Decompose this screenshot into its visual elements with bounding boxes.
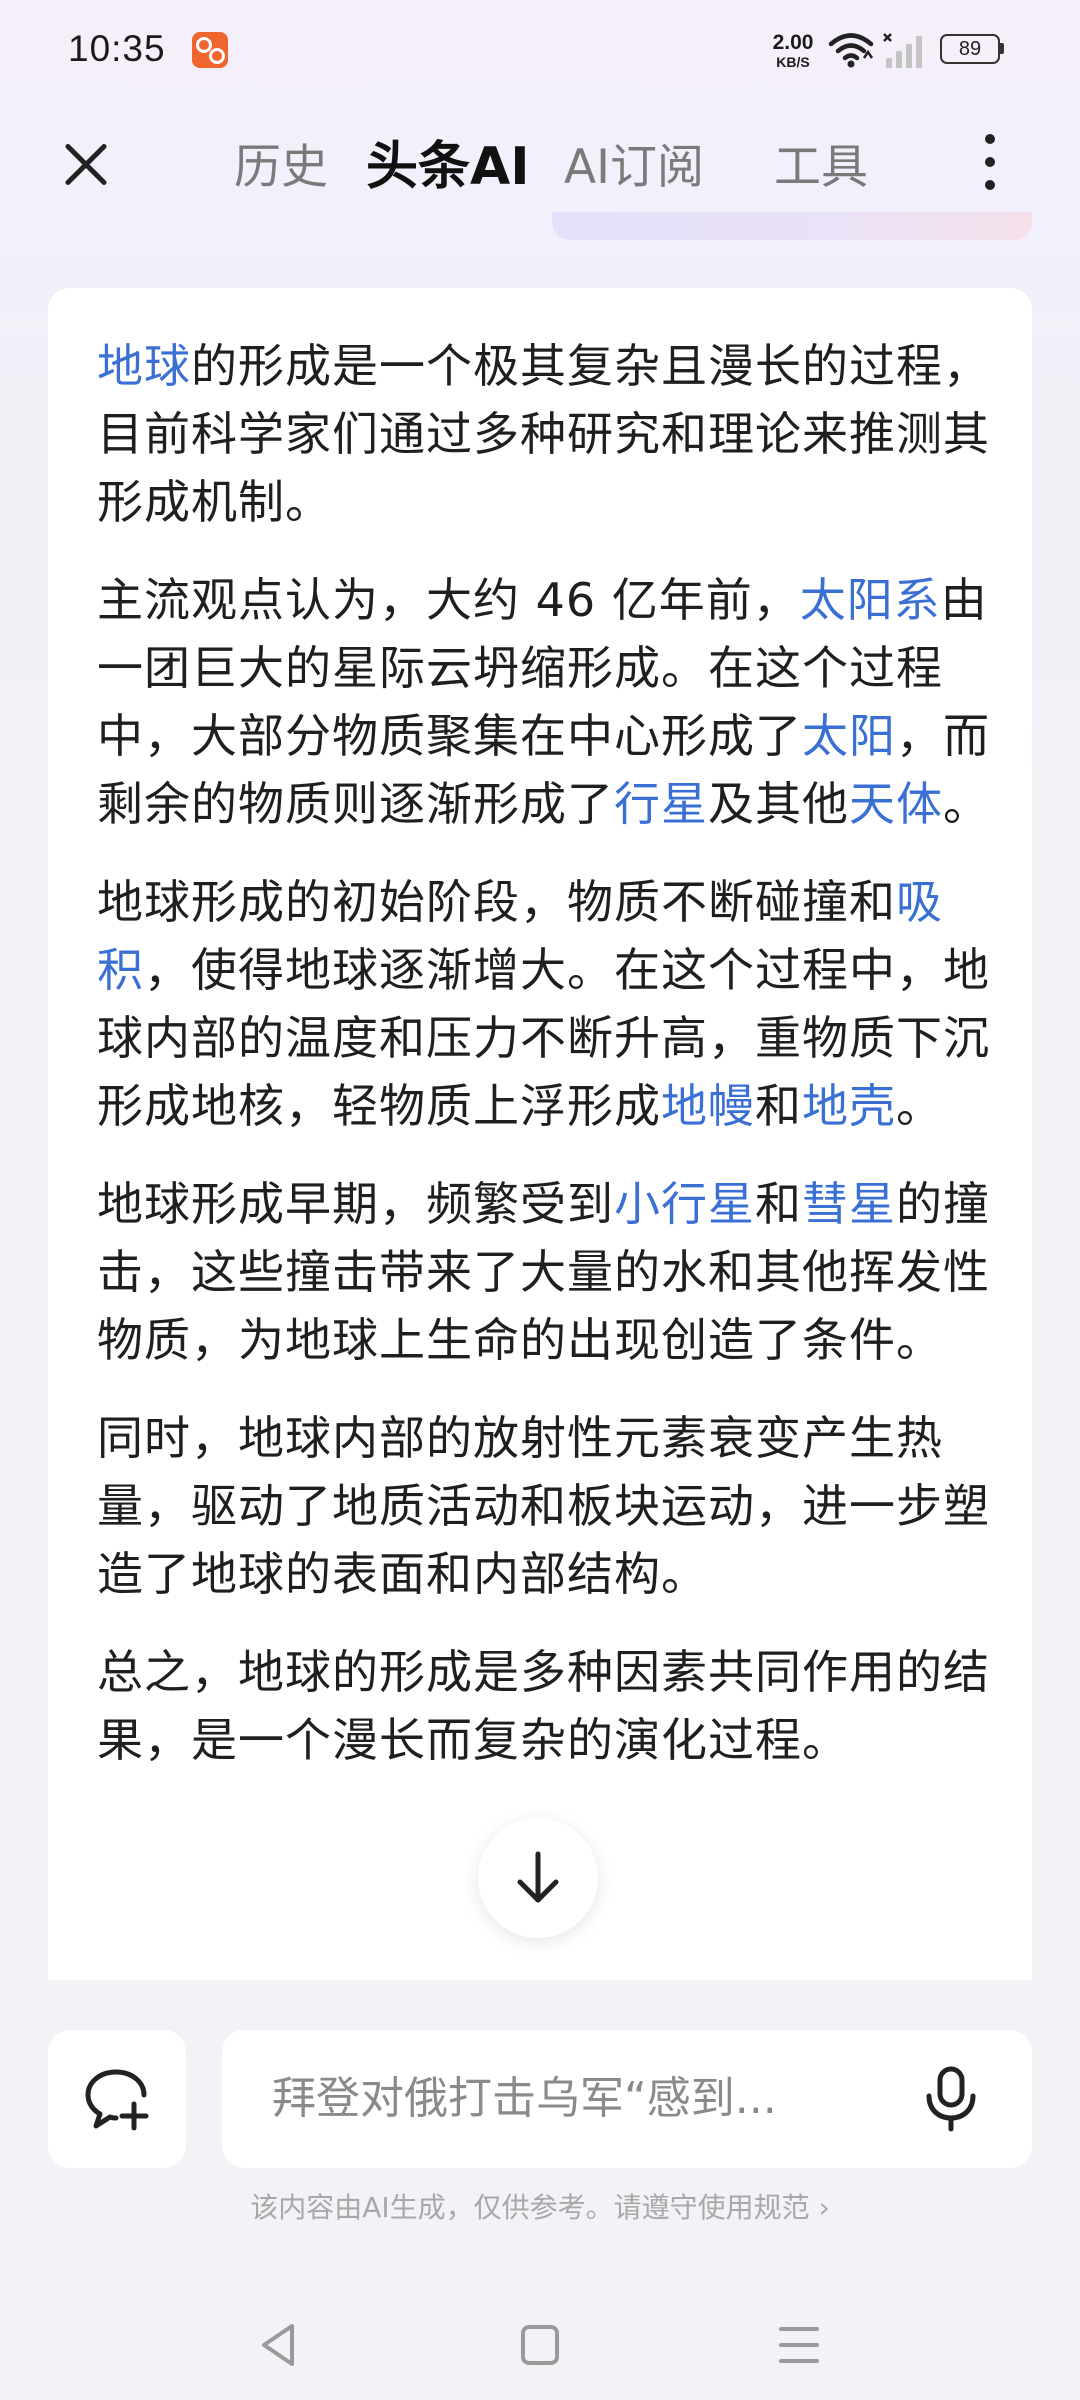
more-dot [985,157,995,167]
answer-text: 及其他 [708,777,849,831]
usage-policy-link[interactable]: 使用规范 [698,2191,810,2224]
more-vertical-icon[interactable] [970,124,1010,200]
answer-text: 同时，地球内部的放射性元素衰变产生热量，驱动了地质活动和板块运动，进一步塑造了地… [97,1411,990,1601]
keyword-link-earth[interactable]: 地球 [97,339,191,393]
chevron-right-icon: › [818,2191,830,2224]
close-icon[interactable] [44,126,124,206]
app-notification-icon [192,32,228,68]
system-navigation-bar [0,2290,1080,2400]
keyword-link-sun[interactable]: 太阳 [802,709,896,763]
battery-tip [1000,43,1004,54]
answer-paragraph-6: 总之，地球的形成是多种因素共同作用的结果，是一个漫长而复杂的演化过程。 [97,1638,997,1774]
answer-text: 。 [943,777,990,831]
network-speed-value: 2.00 [772,31,814,54]
keyword-link-mantle[interactable]: 地幔 [661,1079,755,1133]
back-triangle-icon [262,2324,294,2366]
answer-paragraph-5: 同时，地球内部的放射性元素衰变产生热量，驱动了地质活动和板块运动，进一步塑造了地… [97,1404,997,1608]
tab-history[interactable]: 历史 [234,128,328,197]
arrow-down-icon [517,1851,559,1903]
answer-text: 地球形成早期，频繁受到 [97,1177,614,1231]
answer-text: 和 [755,1177,802,1231]
keyword-link-planet[interactable]: 行星 [614,777,708,831]
more-dot [985,180,995,190]
keyword-link-celestial-body[interactable]: 天体 [849,777,943,831]
answer-text: 主流观点认为，大约 46 亿年前， [97,573,800,627]
new-chat-button[interactable] [48,2030,186,2168]
chat-input[interactable]: 拜登对俄打击乌军“感到... [222,2030,1032,2168]
answer-paragraph-3: 地球形成的初始阶段，物质不断碰撞和吸积，使得地球逐渐增大。在这个过程中，地球内部… [97,868,997,1140]
battery-level: 89 [940,34,1000,64]
wifi-icon [828,33,874,68]
answer-body: 地球的形成是一个极其复杂且漫长的过程，目前科学家们通过多种研究和理论来推测其形成… [97,332,997,1804]
answer-text: 和 [755,1079,802,1133]
status-time: 10:35 [68,28,166,69]
back-button[interactable] [246,2310,316,2380]
keyword-link-solar-system[interactable]: 太阳系 [800,573,941,627]
network-speed-unit: KB/S [776,54,810,70]
menu-lines-icon [779,2327,819,2363]
card-bottom-fade [48,1956,1032,1980]
answer-paragraph-1: 地球的形成是一个极其复杂且漫长的过程，目前科学家们通过多种研究和理论来推测其形成… [97,332,997,536]
tab-toutiao-ai[interactable]: 头条AI [366,124,530,199]
answer-paragraph-2: 主流观点认为，大约 46 亿年前，太阳系由一团巨大的星际云坍缩形成。在这个过程中… [97,566,997,838]
answer-text: 总之，地球的形成是多种因素共同作用的结果，是一个漫长而复杂的演化过程。 [97,1645,990,1767]
battery-icon: 89 [940,34,1006,64]
keyword-link-comet[interactable]: 彗星 [802,1177,896,1231]
recents-button[interactable] [764,2310,834,2380]
chat-input-placeholder: 拜登对俄打击乌军“感到... [272,2073,777,2124]
signal-icon [883,33,922,68]
tab-ai-subscription[interactable]: AI订阅 [564,128,704,197]
keyword-link-asteroid[interactable]: 小行星 [614,1177,755,1231]
answer-text: 的形成是一个极其复杂且漫长的过程，目前科学家们通过多种研究和理论来推测其形成机制… [97,339,990,529]
answer-text: 地球形成的初始阶段，物质不断碰撞和 [97,875,896,929]
tab-tools[interactable]: 工具 [774,128,868,197]
network-speed: 2.00 KB/S [766,32,820,69]
microphone-button[interactable] [910,2058,992,2140]
disclaimer-text: 该内容由AI生成，仅供参考。请遵守 [250,2191,698,2224]
microphone-icon [926,2066,976,2132]
previous-message-bubble-edge [552,212,1032,240]
new-chat-icon [85,2069,149,2131]
more-dot [985,134,995,144]
answer-text: 。 [896,1079,943,1133]
ai-disclaimer: 该内容由AI生成，仅供参考。请遵守使用规范 › [0,2186,1080,2226]
ai-answer-card: 地球的形成是一个极其复杂且漫长的过程，目前科学家们通过多种研究和理论来推测其形成… [48,288,1032,1980]
home-square-icon [521,2325,559,2365]
keyword-link-crust[interactable]: 地壳 [802,1079,896,1133]
home-button[interactable] [505,2310,575,2380]
nav-header: 历史 头条AI AI订阅 工具 [0,110,1080,210]
scroll-to-bottom-button[interactable] [478,1818,598,1938]
answer-paragraph-4: 地球形成早期，频繁受到小行星和彗星的撞击，这些撞击带来了大量的水和其他挥发性物质… [97,1170,997,1374]
status-bar: 10:35 2.00 KB/S 89 [0,0,1080,100]
